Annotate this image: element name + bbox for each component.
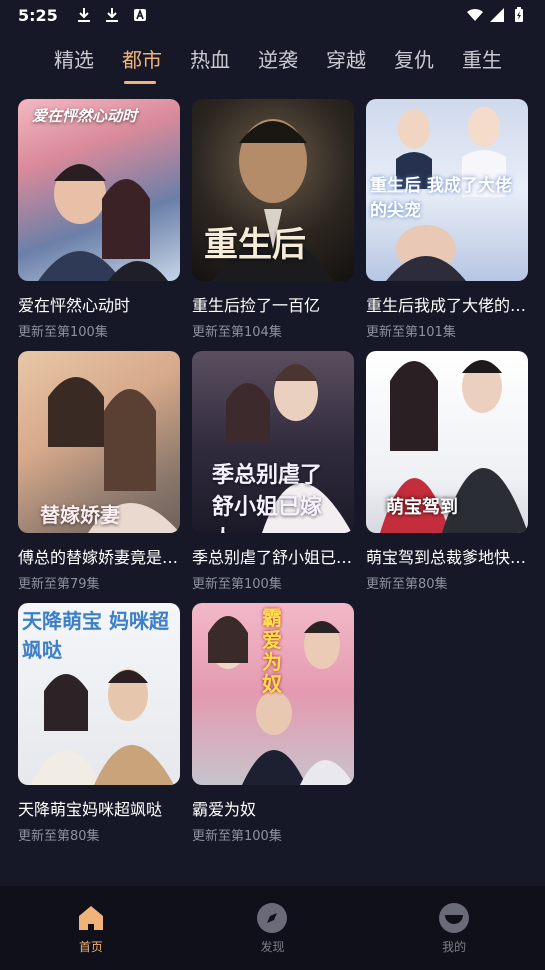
- app-notification-icon: [133, 8, 146, 21]
- category-tabs: 精选 都市 热血 逆袭 穿越 复仇 重生: [0, 40, 545, 84]
- drama-title: 傅总的替嫁娇妻竟是大佬: [18, 548, 180, 567]
- drama-title: 萌宝驾到总裁爹地快快来: [366, 548, 528, 567]
- episode-status: 更新至第80集: [366, 577, 448, 592]
- tab-rexue[interactable]: 热血: [190, 42, 258, 78]
- nav-profile-label: 我的: [442, 939, 467, 954]
- poster-title-art: 天降萌宝 妈咪超飒哒: [22, 609, 169, 662]
- poster-figures: [38, 164, 168, 281]
- signal-icon: [490, 8, 504, 22]
- profile-icon: [439, 902, 470, 933]
- poster-title-art: 季总别虐了 舒小姐已嫁人: [212, 462, 323, 533]
- compass-icon: [257, 902, 288, 933]
- drama-poster[interactable]: 重生后: [192, 99, 354, 281]
- status-time: 5:25: [18, 5, 58, 25]
- active-tab-indicator: [124, 81, 156, 84]
- nav-discover[interactable]: 发现: [212, 902, 332, 955]
- tab-dushi[interactable]: 都市: [122, 42, 190, 84]
- wifi-icon: [467, 8, 483, 21]
- nav-profile[interactable]: 我的: [394, 902, 514, 955]
- poster-title-art: 重生后 我成了大佬的尖宠: [370, 176, 512, 221]
- drama-grid: 爱在怦然心动时 爱在怦然心动时 更新至第100集 重生后 重生后捡了一百亿 更新…: [18, 99, 528, 855]
- drama-poster[interactable]: 季总别虐了 舒小姐已嫁人: [192, 351, 354, 533]
- poster-title-art: 萌宝驾到: [386, 497, 458, 518]
- drama-poster[interactable]: 天降萌宝 妈咪超飒哒: [18, 603, 180, 785]
- drama-card[interactable]: 重生后 重生后捡了一百亿 更新至第104集: [192, 99, 354, 351]
- drama-poster[interactable]: 重生后 我成了大佬的尖宠: [366, 99, 528, 281]
- drama-card[interactable]: 霸爱为奴 霸爱为奴 更新至第100集: [192, 603, 354, 855]
- tab-chuanyue[interactable]: 穿越: [326, 42, 394, 78]
- drama-title: 霸爱为奴: [192, 800, 257, 819]
- status-bar: 5:25: [0, 0, 545, 30]
- drama-title: 重生后我成了大佬的尖宠: [366, 296, 528, 315]
- episode-status: 更新至第101集: [366, 325, 456, 340]
- poster-title-art: 爱在怦然心动时: [32, 107, 138, 125]
- episode-status: 更新至第80集: [18, 829, 100, 844]
- tab-chongsheng[interactable]: 重生: [462, 42, 530, 78]
- poster-title-art: 重生后: [204, 225, 306, 265]
- tab-fuchou[interactable]: 复仇: [394, 42, 462, 78]
- drama-poster[interactable]: 替嫁娇妻: [18, 351, 180, 533]
- episode-status: 更新至第100集: [192, 577, 282, 592]
- nav-home-label: 首页: [78, 939, 103, 954]
- tab-nixi[interactable]: 逆袭: [258, 42, 326, 78]
- drama-card[interactable]: 替嫁娇妻 傅总的替嫁娇妻竟是大佬 更新至第79集: [18, 351, 180, 603]
- nav-home[interactable]: 首页: [31, 902, 151, 955]
- download-icon: [77, 8, 90, 22]
- episode-status: 更新至第79集: [18, 577, 100, 592]
- poster-title-art: 替嫁娇妻: [40, 503, 120, 527]
- episode-status: 更新至第104集: [192, 325, 282, 340]
- episode-status: 更新至第100集: [18, 325, 108, 340]
- nav-discover-label: 发现: [260, 939, 285, 954]
- poster-title-art: 霸爱为奴: [262, 606, 282, 696]
- drama-poster[interactable]: 萌宝驾到: [366, 351, 528, 533]
- drama-title: 季总别虐了舒小姐已嫁人: [192, 548, 354, 567]
- drama-card[interactable]: 爱在怦然心动时 爱在怦然心动时 更新至第100集: [18, 99, 180, 351]
- drama-card[interactable]: 季总别虐了 舒小姐已嫁人 季总别虐了舒小姐已嫁人 更新至第100集: [192, 351, 354, 603]
- drama-card[interactable]: 萌宝驾到 萌宝驾到总裁爹地快快来 更新至第80集: [366, 351, 528, 603]
- drama-title: 重生后捡了一百亿: [192, 296, 321, 315]
- drama-poster[interactable]: 霸爱为奴: [192, 603, 354, 785]
- drama-card[interactable]: 天降萌宝 妈咪超飒哒 天降萌宝妈咪超飒哒 更新至第80集: [18, 603, 180, 855]
- drama-poster[interactable]: 爱在怦然心动时: [18, 99, 180, 281]
- drama-title: 爱在怦然心动时: [18, 296, 131, 315]
- episode-status: 更新至第100集: [192, 829, 282, 844]
- bottom-navigation: 首页 发现 我的: [0, 886, 545, 970]
- home-icon: [78, 905, 103, 930]
- drama-title: 天降萌宝妈咪超飒哒: [18, 800, 163, 819]
- tab-jingxuan[interactable]: 精选: [54, 42, 122, 78]
- download-icon: [105, 8, 118, 22]
- drama-card[interactable]: 重生后 我成了大佬的尖宠 重生后我成了大佬的尖宠 更新至第101集: [366, 99, 528, 351]
- battery-icon: [515, 7, 523, 22]
